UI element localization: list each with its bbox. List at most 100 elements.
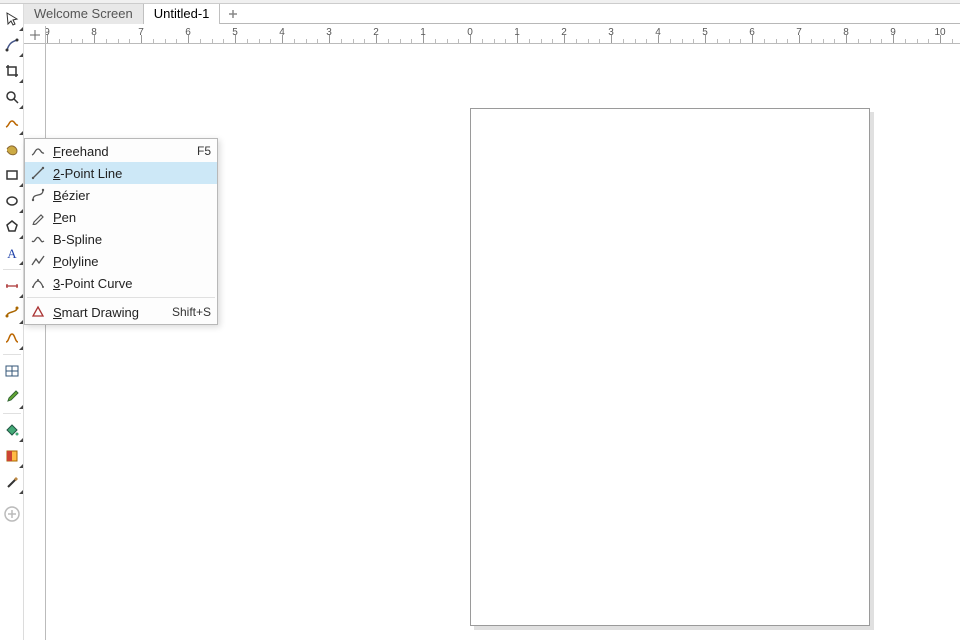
- smear-tool[interactable]: [2, 138, 22, 160]
- zoom-tool-icon: [4, 89, 20, 105]
- smart-drawing-icon: [29, 303, 47, 321]
- ruler-tick-label: 5: [702, 27, 708, 38]
- flyout-item-label: Bézier: [53, 188, 211, 203]
- ruler-tick-label: 2: [561, 27, 567, 38]
- effects-tool-icon: [4, 330, 20, 346]
- connector-tool[interactable]: [2, 301, 22, 323]
- flyout-indicator-icon: [19, 79, 23, 83]
- flyout-item-freehand[interactable]: Freehand F5: [25, 140, 217, 162]
- add-tool-button[interactable]: [2, 503, 22, 525]
- eyedropper-tool-icon: [4, 389, 20, 405]
- dimension-tool[interactable]: [2, 275, 22, 297]
- flyout-indicator-icon: [19, 490, 23, 494]
- fill-tool-icon: [4, 422, 20, 438]
- ruler-tick-label: 4: [655, 27, 661, 38]
- flyout-indicator-icon: [19, 405, 23, 409]
- flyout-indicator-icon: [19, 261, 23, 265]
- tab-label: Welcome Screen: [34, 6, 133, 21]
- flyout-item-label: Pen: [53, 210, 211, 225]
- polygon-tool[interactable]: [2, 216, 22, 238]
- two-point-line-icon: [29, 164, 47, 182]
- flyout-item-b-spline[interactable]: B-Spline: [25, 228, 217, 250]
- pick-tool[interactable]: [2, 8, 22, 30]
- zoom-tool[interactable]: [2, 86, 22, 108]
- tab-welcome-screen[interactable]: Welcome Screen: [24, 4, 144, 24]
- ruler-tick-label: 1: [420, 27, 426, 38]
- interactive-fill-tool-icon: [4, 448, 20, 464]
- ruler-tick-label: 5: [232, 27, 238, 38]
- ruler-tick-label: 3: [608, 27, 614, 38]
- flyout-item-shortcut: F5: [197, 144, 211, 158]
- ellipse-tool[interactable]: [2, 190, 22, 212]
- flyout-item-label: Smart Drawing: [53, 305, 164, 320]
- ruler-tick-label: 6: [749, 27, 755, 38]
- ruler-horizontal[interactable]: 987654321012345678910: [46, 26, 960, 44]
- flyout-item-label: Polyline: [53, 254, 211, 269]
- ruler-tick-label: 2: [373, 27, 379, 38]
- fill-tool[interactable]: [2, 419, 22, 441]
- crop-tool[interactable]: [2, 60, 22, 82]
- flyout-item-two-point-line[interactable]: 2-Point Line: [25, 162, 217, 184]
- flyout-item-label: Freehand: [53, 144, 189, 159]
- ruler-vertical[interactable]: [24, 44, 46, 640]
- flyout-item-bezier[interactable]: Bézier: [25, 184, 217, 206]
- crosshair-icon: [30, 30, 40, 40]
- bezier-icon: [29, 186, 47, 204]
- flyout-item-smart-drawing[interactable]: Smart Drawing Shift+S: [25, 301, 217, 323]
- curve-tools-flyout: Freehand F5 2-Point Line Bézier Pen B-Spline P…: [24, 138, 218, 325]
- ruler-tick-label: 3: [326, 27, 332, 38]
- polyline-icon: [29, 252, 47, 270]
- b-spline-icon: [29, 230, 47, 248]
- flyout-indicator-icon: [19, 53, 23, 57]
- flyout-indicator-icon: [19, 320, 23, 324]
- ruler-tick-label: 1: [514, 27, 520, 38]
- text-tool[interactable]: A: [2, 242, 22, 264]
- flyout-indicator-icon: [19, 464, 23, 468]
- polygon-tool-icon: [4, 219, 20, 235]
- toolbox: A: [0, 4, 24, 640]
- ruler-tick-label: 8: [843, 27, 849, 38]
- crop-tool-icon: [4, 63, 20, 79]
- ruler-tick-label: 10: [934, 27, 945, 38]
- ruler-tick-label: 8: [91, 27, 97, 38]
- flyout-item-pen[interactable]: Pen: [25, 206, 217, 228]
- freehand-tool[interactable]: [2, 112, 22, 134]
- flyout-item-shortcut: Shift+S: [172, 305, 211, 319]
- shape-edit-tool[interactable]: [2, 34, 22, 56]
- pick-tool-icon: [4, 11, 20, 27]
- dimension-tool-icon: [4, 278, 20, 294]
- flyout-indicator-icon: [19, 438, 23, 442]
- effects-tool[interactable]: [2, 327, 22, 349]
- ruler-origin[interactable]: [24, 26, 46, 44]
- smear-tool-icon: [4, 141, 20, 157]
- flyout-item-polyline[interactable]: Polyline: [25, 250, 217, 272]
- table-tool-icon: [4, 363, 20, 379]
- plus-circle-icon: [4, 506, 20, 522]
- flyout-indicator-icon: [19, 27, 23, 31]
- flyout-item-three-point-curve[interactable]: 3-Point Curve: [25, 272, 217, 294]
- connector-tool-icon: [4, 304, 20, 320]
- plus-icon: [227, 8, 239, 20]
- flyout-indicator-icon: [19, 294, 23, 298]
- interactive-fill-tool[interactable]: [2, 445, 22, 467]
- flyout-indicator-icon: [19, 105, 23, 109]
- rectangle-tool-icon: [4, 167, 20, 183]
- pen-icon: [29, 208, 47, 226]
- three-point-curve-icon: [29, 274, 47, 292]
- eyedropper-tool[interactable]: [2, 386, 22, 408]
- tab-untitled-1[interactable]: Untitled-1: [144, 4, 221, 24]
- text-tool-icon: A: [4, 245, 20, 261]
- ellipse-tool-icon: [4, 193, 20, 209]
- freehand-icon: [29, 142, 47, 160]
- freehand-tool-icon: [4, 115, 20, 131]
- page[interactable]: [470, 108, 870, 626]
- rectangle-tool[interactable]: [2, 164, 22, 186]
- outline-tool[interactable]: [2, 471, 22, 493]
- ruler-tick-label: 7: [138, 27, 144, 38]
- table-tool[interactable]: [2, 360, 22, 382]
- canvas[interactable]: [46, 44, 960, 640]
- shape-edit-tool-icon: [4, 37, 20, 53]
- new-tab-button[interactable]: [224, 5, 242, 23]
- ruler-tick-label: 4: [279, 27, 285, 38]
- flyout-indicator-icon: [19, 183, 23, 187]
